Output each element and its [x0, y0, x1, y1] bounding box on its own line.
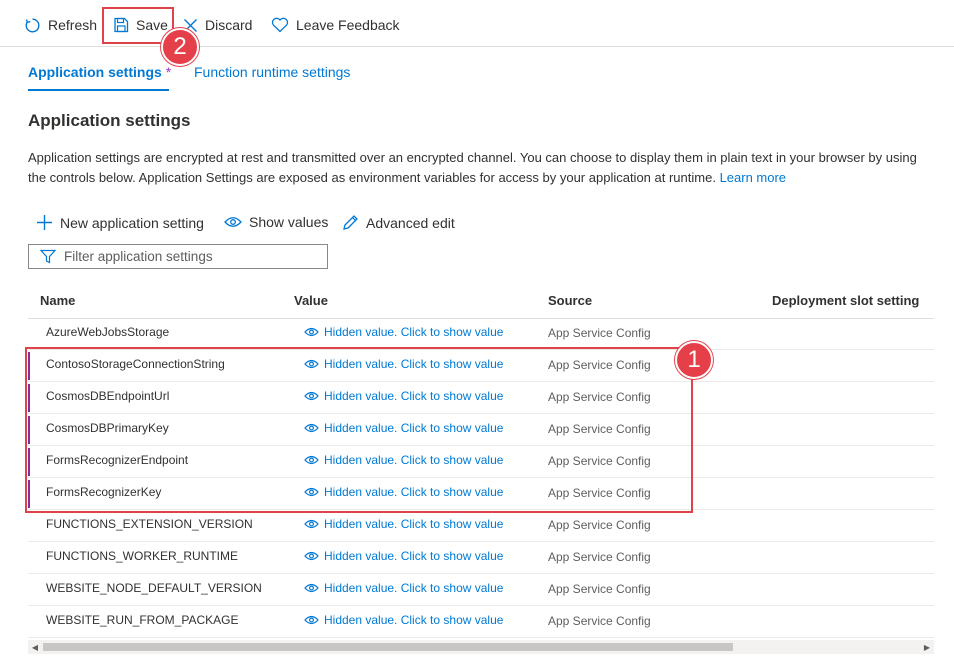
setting-name[interactable]: WEBSITE_NODE_DEFAULT_VERSION: [46, 581, 262, 595]
hidden-value-link[interactable]: Hidden value. Click to show value: [304, 581, 503, 595]
setting-source: App Service Config: [548, 582, 651, 596]
tab-application-settings-label: Application settings: [28, 64, 162, 80]
discard-label: Discard: [205, 17, 253, 33]
row-change-marker: [28, 512, 30, 540]
row-change-marker: [28, 608, 30, 636]
new-application-setting-button[interactable]: New application setting: [36, 214, 204, 231]
plus-icon: [37, 215, 52, 230]
setting-source: App Service Config: [548, 326, 651, 340]
callout-badge-2: 2: [161, 28, 199, 66]
table-row[interactable]: FUNCTIONS_EXTENSION_VERSION Hidden value.…: [28, 510, 934, 542]
unsaved-changes-indicator: *: [165, 64, 172, 80]
refresh-icon: [25, 17, 40, 32]
new-application-setting-label: New application setting: [60, 214, 204, 231]
filter-placeholder: Filter application settings: [64, 249, 213, 264]
row-change-marker: [28, 544, 30, 572]
setting-source: App Service Config: [548, 550, 651, 564]
eye-icon: [304, 615, 319, 625]
tab-application-settings[interactable]: Application settings *: [28, 64, 171, 80]
table-row[interactable]: FUNCTIONS_WORKER_RUNTIME Hidden value. Cl…: [28, 542, 934, 574]
hidden-value-text: Hidden value. Click to show value: [324, 517, 504, 531]
setting-source: App Service Config: [548, 614, 651, 628]
scroll-right-arrow[interactable]: ▶: [920, 640, 934, 654]
filter-settings-input[interactable]: Filter application settings: [28, 244, 328, 269]
setting-source: App Service Config: [548, 518, 651, 532]
column-header-value[interactable]: Value: [294, 293, 328, 308]
setting-name[interactable]: FUNCTIONS_EXTENSION_VERSION: [46, 517, 253, 531]
hidden-value-link[interactable]: Hidden value. Click to show value: [304, 517, 503, 531]
leave-feedback-label: Leave Feedback: [296, 17, 400, 33]
refresh-button[interactable]: Refresh: [24, 14, 97, 36]
scrollbar-thumb[interactable]: [43, 643, 733, 651]
tab-function-runtime-settings-label: Function runtime settings: [194, 64, 351, 80]
column-header-name[interactable]: Name: [40, 293, 75, 308]
eye-icon: [304, 519, 319, 529]
hidden-value-text: Hidden value. Click to show value: [324, 549, 504, 563]
tab-function-runtime-settings[interactable]: Function runtime settings: [194, 64, 350, 80]
column-header-deployment-slot-setting[interactable]: Deployment slot setting: [772, 293, 919, 308]
row-change-marker: [28, 320, 30, 348]
hidden-value-text: Hidden value. Click to show value: [324, 325, 504, 339]
refresh-label: Refresh: [48, 17, 98, 33]
pencil-icon: [343, 215, 358, 230]
section-description: Application settings are encrypted at re…: [28, 148, 938, 188]
callout-badge-1: 1: [675, 341, 713, 379]
scroll-left-arrow[interactable]: ◀: [28, 640, 42, 654]
eye-icon: [304, 327, 319, 337]
hidden-value-link[interactable]: Hidden value. Click to show value: [304, 549, 503, 563]
setting-name[interactable]: AzureWebJobsStorage: [46, 325, 169, 339]
eye-icon: [224, 217, 242, 227]
table-row[interactable]: WEBSITE_RUN_FROM_PACKAGE Hidden value. Cl…: [28, 606, 934, 638]
hidden-value-text: Hidden value. Click to show value: [324, 581, 504, 595]
active-tab-underline: [28, 89, 169, 91]
eye-icon: [304, 583, 319, 593]
setting-name[interactable]: WEBSITE_RUN_FROM_PACKAGE: [46, 613, 238, 627]
column-header-source[interactable]: Source: [548, 293, 592, 308]
learn-more-link[interactable]: Learn more: [720, 170, 786, 185]
hidden-value-link[interactable]: Hidden value. Click to show value: [304, 613, 503, 627]
show-values-button[interactable]: Show values: [224, 214, 328, 230]
table-row[interactable]: AzureWebJobsStorage Hidden value. Click t…: [28, 318, 934, 350]
advanced-edit-label: Advanced edit: [366, 214, 455, 231]
hidden-value-text: Hidden value. Click to show value: [324, 613, 504, 627]
changed-settings-callout-box: [25, 347, 693, 513]
leave-feedback-button[interactable]: Leave Feedback: [271, 14, 400, 36]
show-values-label: Show values: [249, 214, 329, 230]
row-change-marker: [28, 576, 30, 604]
horizontal-scrollbar[interactable]: ◀ ▶: [28, 640, 934, 654]
setting-name[interactable]: FUNCTIONS_WORKER_RUNTIME: [46, 549, 238, 563]
eye-icon: [304, 551, 319, 561]
heart-icon: [271, 17, 289, 33]
section-title: Application settings: [28, 111, 191, 130]
filter-icon: [40, 249, 56, 264]
hidden-value-link[interactable]: Hidden value. Click to show value: [304, 325, 503, 339]
advanced-edit-button[interactable]: Advanced edit: [342, 214, 455, 231]
table-row[interactable]: WEBSITE_NODE_DEFAULT_VERSION Hidden value…: [28, 574, 934, 606]
